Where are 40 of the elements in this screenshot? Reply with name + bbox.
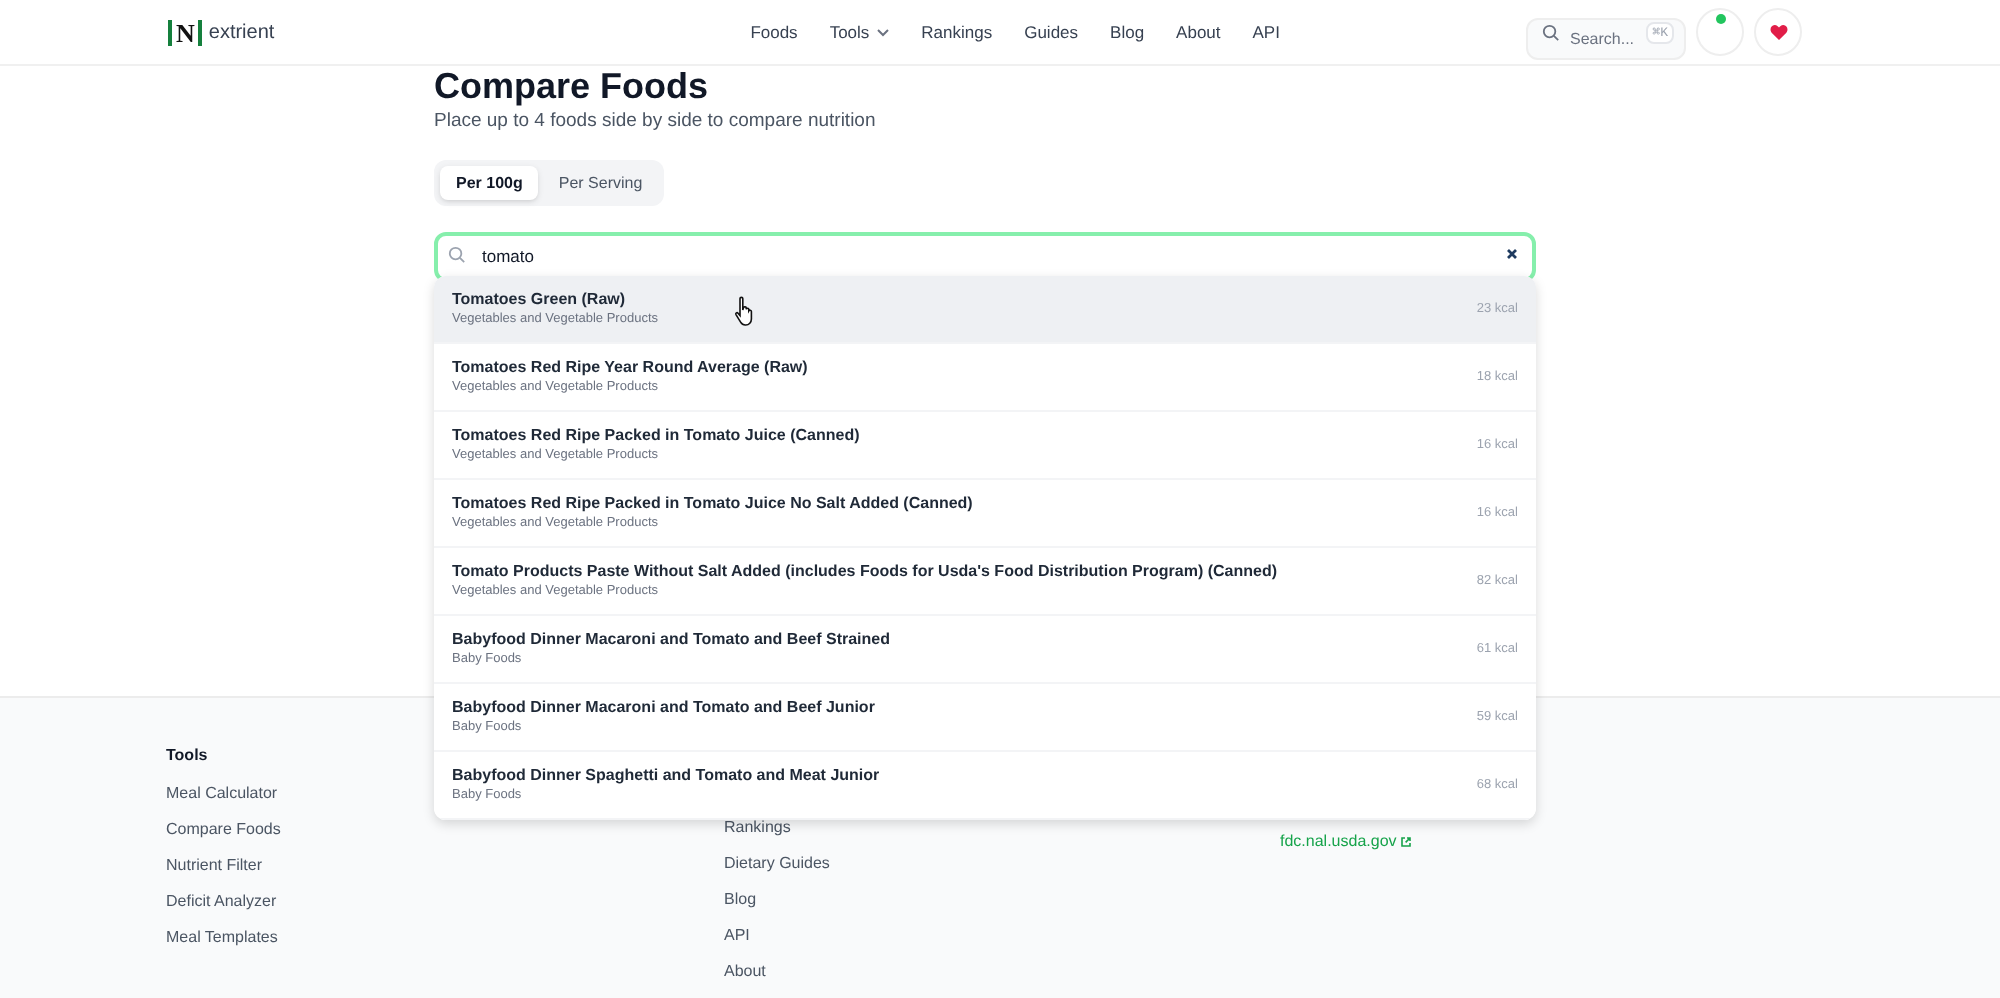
hand-cursor-icon xyxy=(734,296,758,326)
footer-link[interactable]: Dietary Guides xyxy=(724,854,830,874)
food-name: Babyfood Dinner Spaghetti and Tomato and Meat Junior xyxy=(452,764,880,786)
food-name: Babyfood Dinner Macaroni and Tomato and Beef Strained xyxy=(452,628,890,650)
nav-link[interactable]: Rankings xyxy=(921,19,993,45)
footer-link[interactable]: About xyxy=(724,962,766,982)
nav-link[interactable]: API xyxy=(1252,19,1280,45)
status-dot-icon xyxy=(1716,14,1726,24)
footer-link[interactable]: Deficit Analyzer xyxy=(166,892,277,912)
logo[interactable]: N extrient xyxy=(168,17,275,47)
heart-icon xyxy=(1769,24,1787,40)
nav-link[interactable]: Tools xyxy=(829,19,890,45)
favorites-button[interactable] xyxy=(1754,8,1802,56)
external-link-icon xyxy=(1400,836,1413,848)
footer-link[interactable]: Nutrient Filter xyxy=(166,856,263,876)
footer-link[interactable]: Meal Calculator xyxy=(166,784,278,804)
unit-tab[interactable]: Per Serving xyxy=(542,166,659,201)
food-name: Tomatoes Red Ripe Year Round Average (Raw) xyxy=(452,356,808,378)
footer-link[interactable]: Blog xyxy=(724,890,757,910)
nav-link[interactable]: Guides xyxy=(1024,19,1079,45)
footer-link[interactable]: API xyxy=(724,926,750,946)
page-title: Compare Foods xyxy=(434,68,709,104)
food-name: Tomatoes Red Ripe Packed in Tomato Juice (Canned) xyxy=(452,424,860,446)
search-icon xyxy=(1542,23,1560,41)
food-search-field[interactable]: tomato xyxy=(434,231,1536,282)
unit-tab[interactable]: Per 100g xyxy=(440,166,539,201)
footer-link[interactable]: Meal Templates xyxy=(166,928,278,948)
footer-link[interactable]: Rankings xyxy=(724,818,791,838)
nav-link[interactable]: Blog xyxy=(1110,19,1145,45)
footer-link[interactable]: Compare Foods xyxy=(166,820,281,840)
food-name: Babyfood Dinner Macaroni and Tomato and Beef Junior xyxy=(452,696,875,718)
footer-heading: Tools xyxy=(166,746,210,766)
food-name: Tomato Products Paste Without Salt Added (includes Foods for Usda's Food Distribution Program) (Canned) xyxy=(452,560,1278,582)
close-icon xyxy=(1506,248,1518,261)
nav-link[interactable]: About xyxy=(1176,19,1221,45)
food-name: Tomatoes Red Ripe Packed in Tomato Juice No Salt Added (Canned) xyxy=(452,492,973,514)
page-subtitle: Place up to 4 foods side by side to compare nutrition xyxy=(434,108,876,136)
nav-link[interactable]: Foods xyxy=(750,19,798,45)
food-name: Tomatoes Green (Raw) xyxy=(452,288,626,310)
search-icon xyxy=(448,246,466,265)
